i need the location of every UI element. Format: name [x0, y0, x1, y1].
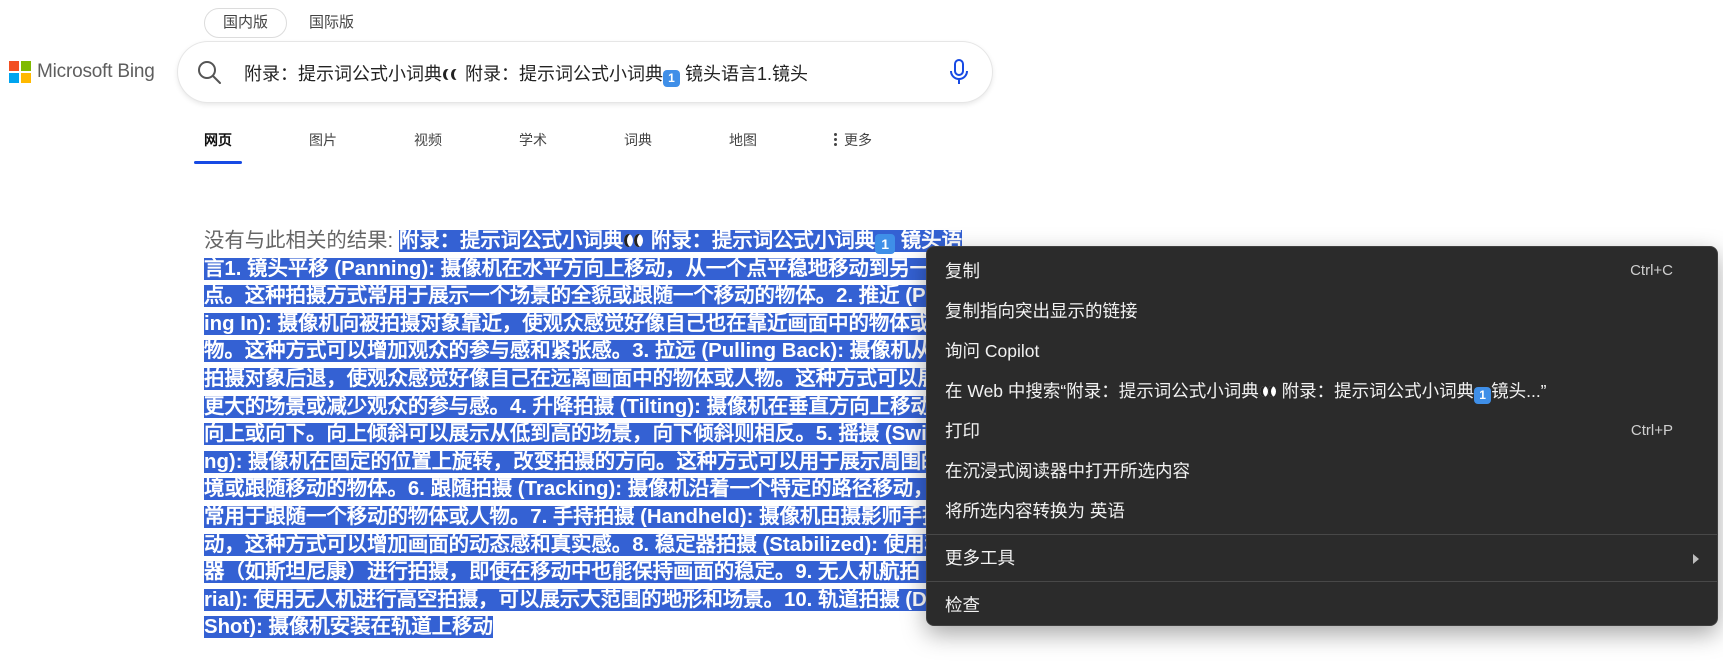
search-query-text: 附录：提示词公式小词典 — [244, 64, 442, 84]
tab-more-label: 更多 — [844, 132, 872, 148]
eyes-emoji-icon — [1259, 385, 1277, 399]
menu-item-web-search[interactable]: 在 Web 中搜索“附录：提示词公式小词典 附录：提示词公式小词典 1 镜头...” — [927, 371, 1717, 411]
search-box[interactable]: 附录：提示词公式小词典 附录：提示词公式小词典 1 镜头语言1.镜头 — [178, 42, 992, 102]
logo-text: Microsoft Bing — [37, 61, 155, 82]
tab-images[interactable]: 图片 — [299, 118, 347, 164]
eyes-emoji-icon — [623, 233, 645, 249]
search-input[interactable]: 附录：提示词公式小词典 附录：提示词公式小词典 1 镜头语言1.镜头 — [244, 60, 912, 87]
menu-item-label: 将所选内容转换为 英语 — [945, 501, 1125, 521]
tab-videos[interactable]: 视频 — [404, 118, 452, 164]
region-international-button[interactable]: 国际版 — [295, 8, 368, 38]
bing-logo[interactable]: Microsoft Bing — [9, 61, 155, 83]
submenu-arrow-icon — [1693, 554, 1699, 564]
selected-text-part: 附录：提示词公式小词典 — [398, 230, 624, 252]
region-switcher: 国内版 国际版 — [204, 8, 368, 38]
selected-text-part: 镜头语言1. 镜头平移 (Panning): 摄像机在水平方向上移动，从一个点平… — [204, 230, 966, 639]
more-dots-icon — [834, 130, 840, 146]
context-menu: 复制 Ctrl+C 复制指向突出显示的链接 询问 Copilot 在 Web 中… — [926, 246, 1718, 626]
shortcut-label: Ctrl+C — [1630, 262, 1673, 279]
search-icon[interactable] — [196, 59, 222, 85]
search-query-text: 附录：提示词公式小词典 — [460, 64, 663, 84]
tab-maps[interactable]: 地图 — [719, 118, 767, 164]
tab-academic[interactable]: 学术 — [509, 118, 557, 164]
search-tabs: 网页 图片 视频 学术 词典 地图 更多 — [194, 118, 939, 164]
tab-more[interactable]: 更多 — [824, 118, 882, 164]
keycap-one-icon: 1 — [663, 70, 680, 87]
menu-item-translate[interactable]: 将所选内容转换为 英语 — [927, 491, 1717, 531]
menu-item-print[interactable]: 打印 Ctrl+P — [927, 411, 1717, 451]
menu-item-label: 附录：提示词公式小词典 — [1276, 381, 1475, 401]
menu-item-label: 打印 — [945, 421, 980, 441]
shortcut-label: Ctrl+P — [1630, 422, 1673, 439]
menu-item-ask-copilot[interactable]: 询问 Copilot — [927, 331, 1717, 371]
menu-item-label: 更多工具 — [945, 548, 1015, 568]
menu-item-label: 镜头...” — [1491, 381, 1547, 401]
menu-item-inspect[interactable]: 检查 — [927, 585, 1717, 625]
microphone-icon[interactable] — [948, 58, 970, 86]
no-results-label: 没有与此相关的结果: — [204, 230, 399, 252]
microsoft-logo-icon — [9, 61, 31, 83]
tab-web[interactable]: 网页 — [194, 118, 242, 164]
menu-item-label: 在 Web 中搜索“附录：提示词公式小词典 — [945, 381, 1259, 401]
tab-dictionary[interactable]: 词典 — [614, 118, 662, 164]
menu-divider — [927, 534, 1717, 535]
search-query-text: 镜头语言1.镜头 — [685, 64, 809, 84]
region-domestic-button[interactable]: 国内版 — [204, 8, 288, 38]
menu-item-label: 检查 — [945, 595, 980, 615]
eyes-emoji-icon — [442, 68, 460, 82]
selected-query-text[interactable]: 附录：提示词公式小词典 附录：提示词公式小词典 1 镜头语言1. 镜头平移 (Pa… — [204, 230, 966, 639]
menu-item-label: 询问 Copilot — [945, 341, 1040, 361]
menu-item-label: 复制指向突出显示的链接 — [945, 301, 1138, 321]
menu-item-copy[interactable]: 复制 Ctrl+C — [927, 251, 1717, 291]
no-results-message: 没有与此相关的结果: 附录：提示词公式小词典 附录：提示词公式小词典 1 镜头语言… — [204, 228, 966, 642]
menu-item-immersive-reader[interactable]: 在沉浸式阅读器中打开所选内容 — [927, 451, 1717, 491]
menu-item-label: 复制 — [945, 261, 980, 281]
menu-item-more-tools[interactable]: 更多工具 — [927, 538, 1717, 578]
keycap-one-icon: 1 — [875, 234, 896, 254]
keycap-one-icon: 1 — [1474, 387, 1492, 404]
menu-item-label: 在沉浸式阅读器中打开所选内容 — [945, 461, 1190, 481]
menu-item-copy-link[interactable]: 复制指向突出显示的链接 — [927, 291, 1717, 331]
menu-divider — [927, 581, 1717, 582]
selected-text-part: 附录：提示词公式小词典 — [645, 230, 876, 252]
